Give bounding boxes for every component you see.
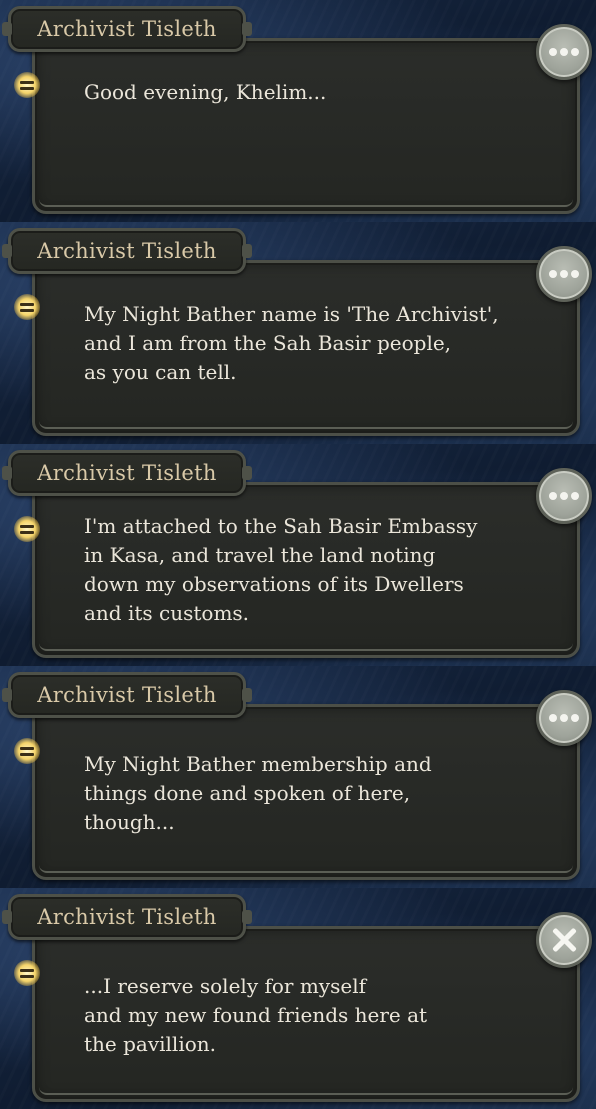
dialogue-line: I'm attached to the Sah Basir Embassy: [84, 514, 478, 538]
dialogue-line: and its customs.: [84, 601, 250, 625]
dialogue-line: though...: [84, 810, 175, 834]
dialog-panel-5: Archivist Tisleth ...I reserve solely fo…: [0, 888, 596, 1109]
speaker-nameplate: Archivist Tisleth: [2, 450, 252, 496]
speaker-nameplate: Archivist Tisleth: [2, 894, 252, 940]
dialog-panel-4: Archivist Tisleth My Night Bather member…: [0, 666, 596, 888]
dialogue-line: ...I reserve solely for myself: [84, 974, 366, 998]
dialog-box: [32, 38, 580, 214]
lantern-icon: [14, 72, 40, 98]
ellipsis-icon: [549, 48, 579, 56]
dialogue-line: and I am from the Sah Basir people,: [84, 331, 452, 355]
dialog-panel-2: Archivist Tisleth My Night Bather name i…: [0, 222, 596, 444]
dialogue-text: My Night Bather name is 'The Archivist',…: [84, 300, 544, 387]
dialogue-line: the pavillion.: [84, 1032, 217, 1056]
speaker-name: Archivist Tisleth: [37, 905, 217, 929]
dialog-panel-3: Archivist Tisleth I'm attached to the Sa…: [0, 444, 596, 666]
more-button[interactable]: [536, 468, 592, 524]
more-button[interactable]: [536, 690, 592, 746]
dialogue-text: I'm attached to the Sah Basir Embassy in…: [84, 512, 544, 628]
more-button[interactable]: [536, 24, 592, 80]
speaker-nameplate: Archivist Tisleth: [2, 6, 252, 52]
dialogue-text: ...I reserve solely for myself and my ne…: [84, 972, 544, 1059]
lantern-icon: [14, 960, 40, 986]
dialogue-line: in Kasa, and travel the land noting: [84, 543, 436, 567]
more-button[interactable]: [536, 246, 592, 302]
speaker-name: Archivist Tisleth: [37, 683, 217, 707]
speaker-name: Archivist Tisleth: [37, 461, 217, 485]
dialogue-line: My Night Bather membership and: [84, 752, 432, 776]
lantern-icon: [14, 294, 40, 320]
speaker-nameplate: Archivist Tisleth: [2, 228, 252, 274]
ellipsis-icon: [549, 714, 579, 722]
lantern-icon: [14, 738, 40, 764]
dialogue-line: Good evening, Khelim...: [84, 80, 327, 104]
close-icon: [550, 926, 578, 954]
dialogue-line: My Night Bather name is 'The Archivist',: [84, 302, 499, 326]
dialog-panel-1: Archivist Tisleth Good evening, Khelim..…: [0, 0, 596, 222]
ellipsis-icon: [549, 270, 579, 278]
dialogue-text: Good evening, Khelim...: [84, 78, 544, 107]
lantern-icon: [14, 516, 40, 542]
dialogue-line: and my new found friends here at: [84, 1003, 428, 1027]
speaker-name: Archivist Tisleth: [37, 239, 217, 263]
dialogue-line: things done and spoken of here,: [84, 781, 411, 805]
dialogue-line: down my observations of its Dwellers: [84, 572, 464, 596]
speaker-nameplate: Archivist Tisleth: [2, 672, 252, 718]
close-button[interactable]: [536, 912, 592, 968]
dialogue-text: My Night Bather membership and things do…: [84, 750, 544, 837]
speaker-name: Archivist Tisleth: [37, 17, 217, 41]
ellipsis-icon: [549, 492, 579, 500]
dialogue-line: as you can tell.: [84, 360, 237, 384]
